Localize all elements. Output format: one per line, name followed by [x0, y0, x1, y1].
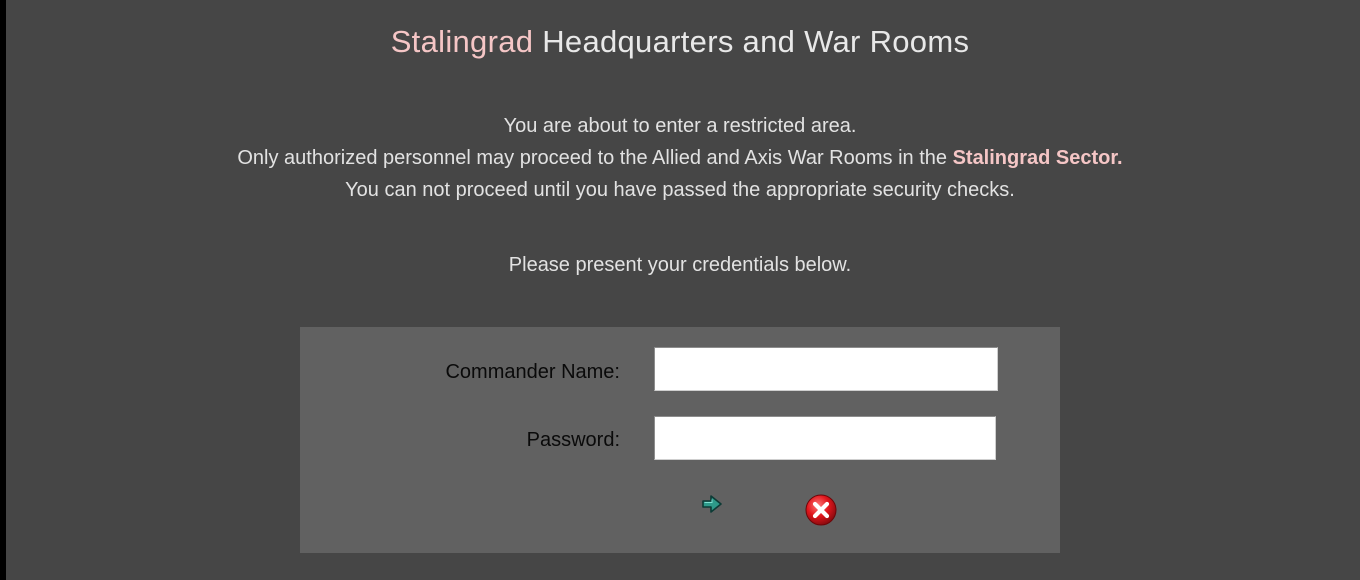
password-label: Password:: [526, 429, 620, 451]
page: Stalingrad Headquarters and War Rooms Yo…: [6, 0, 1360, 580]
intro-text: You are about to enter a restricted area…: [0, 110, 1360, 206]
page-title: Stalingrad Headquarters and War Rooms: [0, 24, 1360, 60]
intro-line-2: Only authorized personnel may proceed to…: [0, 142, 1360, 174]
sector-name: Stalingrad Sector.: [952, 147, 1123, 169]
submit-button[interactable]: [698, 491, 726, 517]
credentials-prompt: Please present your credentials below.: [508, 254, 852, 276]
intro-line-1: You are about to enter a restricted area…: [503, 115, 857, 137]
close-circle-icon: [805, 494, 837, 526]
commander-name-input[interactable]: [654, 347, 998, 391]
intro-line-3: You can not proceed until you have passe…: [345, 179, 1015, 201]
password-input[interactable]: [654, 416, 996, 460]
login-form: Commander Name: Password:: [300, 327, 1060, 553]
arrow-right-icon: [702, 495, 722, 513]
cancel-button[interactable]: [800, 491, 842, 529]
intro-line-2-prefix: Only authorized personnel may proceed to…: [237, 147, 953, 169]
title-rest: Headquarters and War Rooms: [533, 24, 970, 59]
title-accent: Stalingrad: [390, 24, 534, 59]
commander-name-label: Commander Name:: [445, 361, 620, 383]
